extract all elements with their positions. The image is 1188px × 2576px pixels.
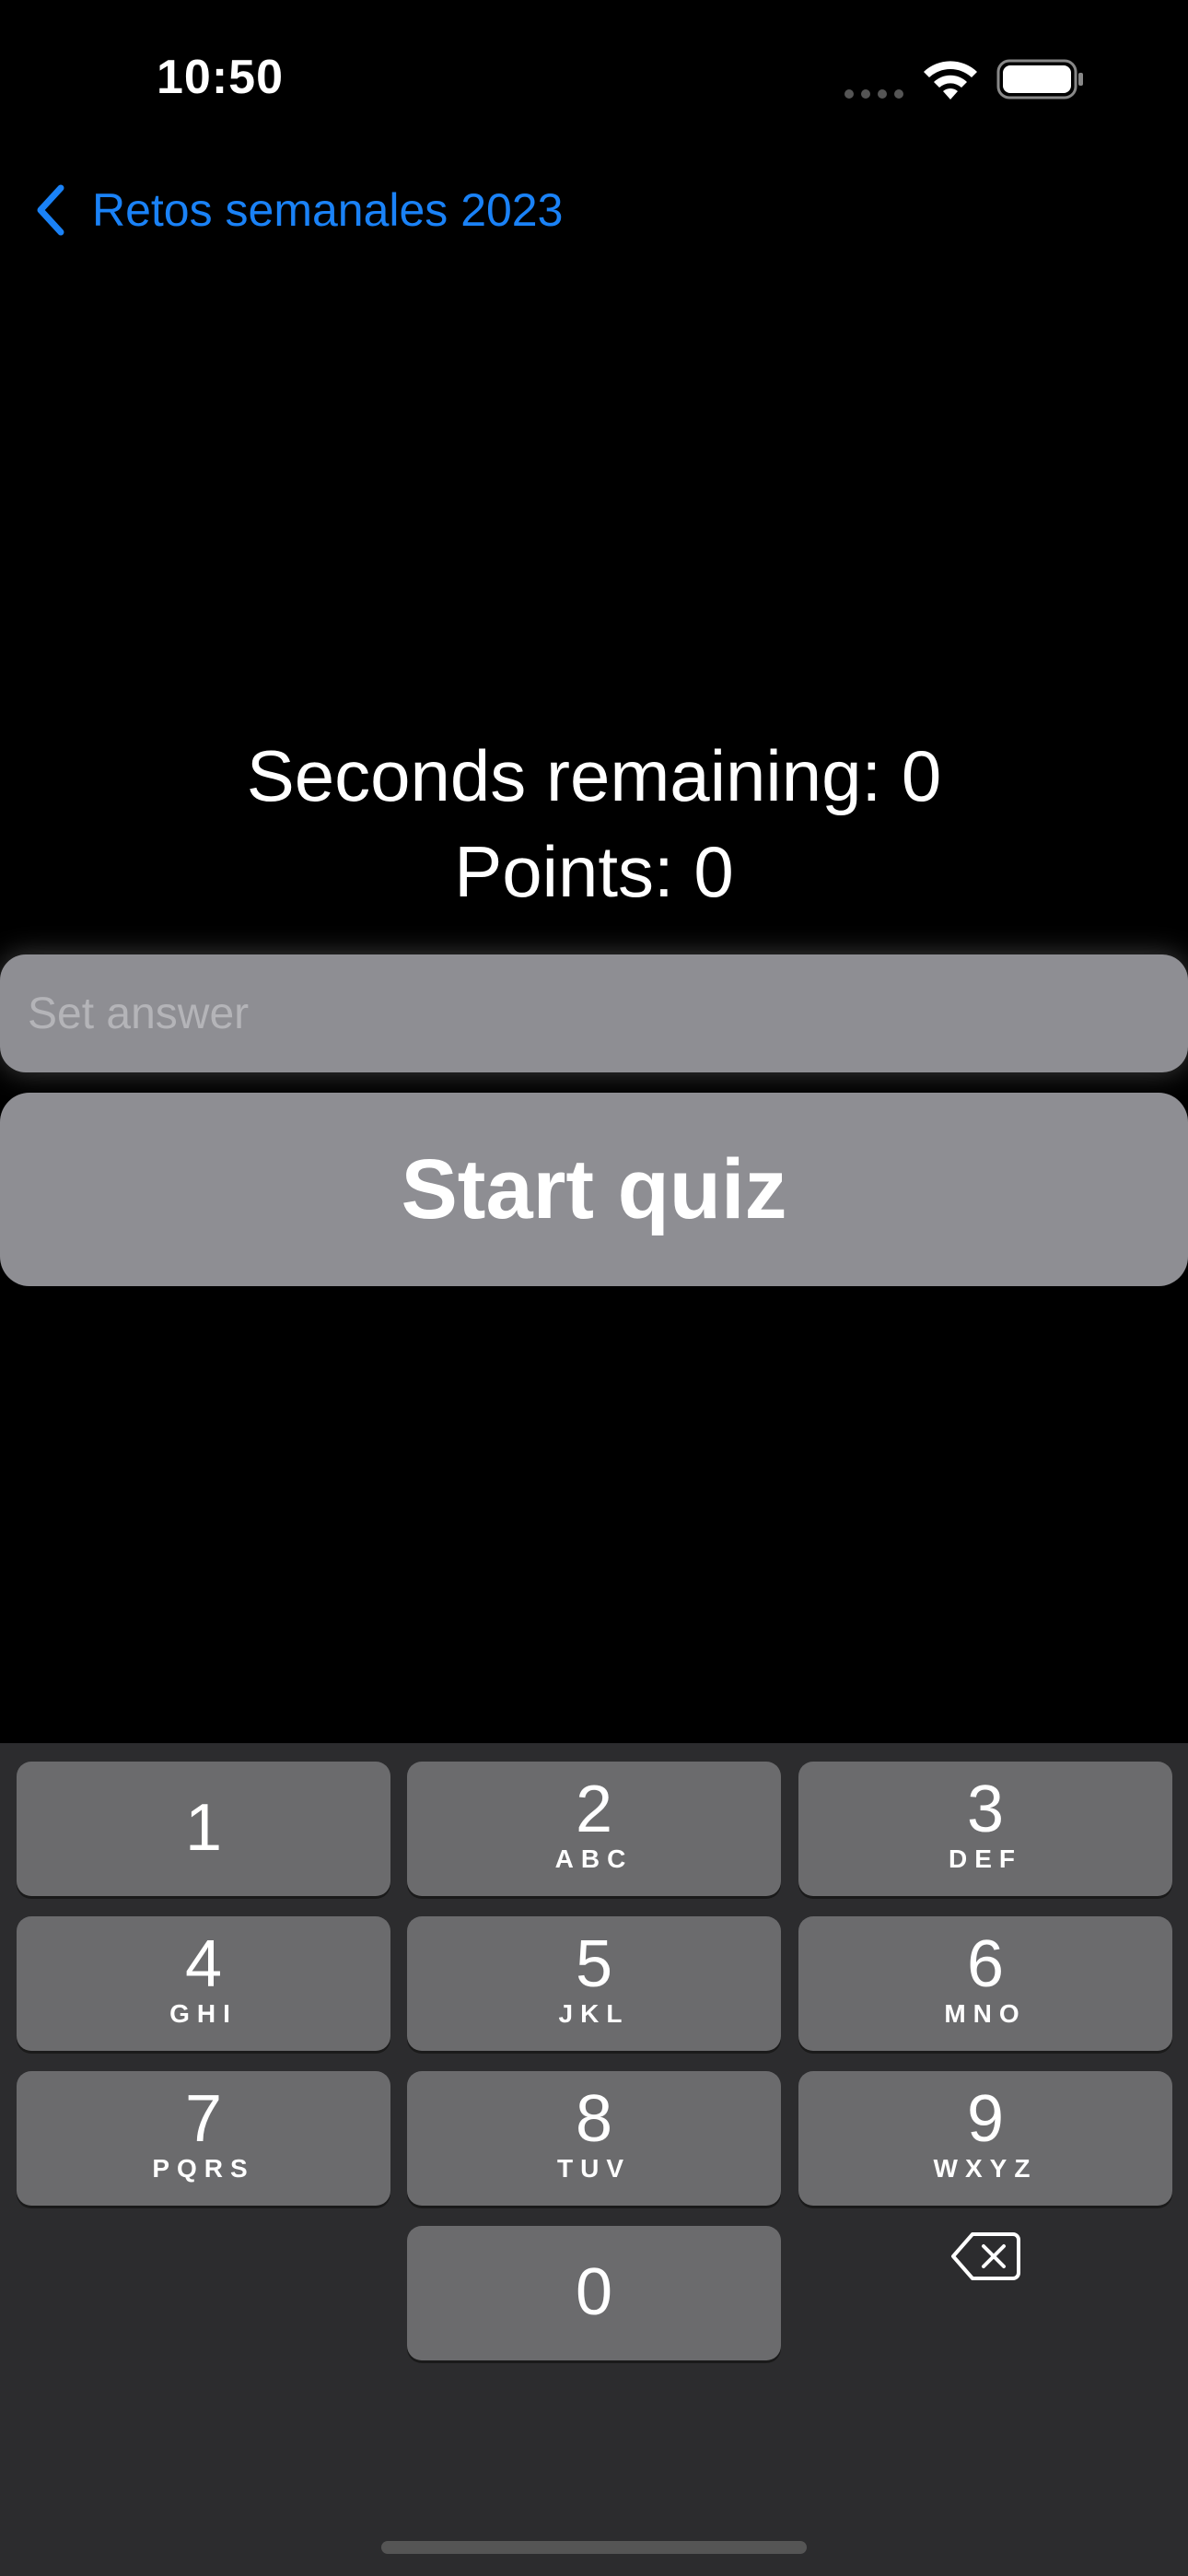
- key-digit: 9: [966, 2082, 1005, 2156]
- status-bar: 10:50: [0, 0, 1188, 157]
- key-letters: TUV: [557, 2154, 631, 2183]
- seconds-remaining-text: Seconds remaining: 0: [246, 735, 942, 816]
- key-6[interactable]: 6 MNO: [798, 1916, 1172, 2051]
- key-digit: 2: [575, 1773, 613, 1846]
- key-2[interactable]: 2 ABC: [407, 1762, 781, 1896]
- key-letters: GHI: [169, 1999, 238, 2028]
- key-digit: 8: [575, 2082, 613, 2156]
- points-text: Points: 0: [454, 831, 734, 912]
- key-digit: 3: [966, 1773, 1005, 1846]
- key-0[interactable]: 0: [407, 2226, 781, 2360]
- key-5[interactable]: 5 JKL: [407, 1916, 781, 2051]
- key-letters: DEF: [949, 1844, 1022, 1873]
- key-8[interactable]: 8 TUV: [407, 2071, 781, 2206]
- key-letters: MNO: [944, 1999, 1027, 2028]
- key-9[interactable]: 9 WXYZ: [798, 2071, 1172, 2206]
- answer-input[interactable]: [0, 954, 1188, 1072]
- quiz-status: Seconds remaining: 0 Points: 0: [0, 728, 1188, 919]
- numeric-keypad: 1 2 ABC 3 DEF 4 GHI 5 JKL 6 MNO 7 PQRS 8…: [0, 1743, 1188, 2576]
- key-letters: ABC: [554, 1844, 634, 1873]
- home-indicator[interactable]: [381, 2541, 807, 2554]
- cellular-signal-icon: [844, 89, 903, 99]
- back-button-label: Retos semanales 2023: [92, 184, 564, 236]
- key-4[interactable]: 4 GHI: [17, 1916, 390, 2051]
- key-digit: 7: [184, 2082, 223, 2156]
- key-digit: 0: [575, 2255, 613, 2329]
- key-digit: 6: [966, 1927, 1005, 2001]
- key-digit: 1: [184, 1791, 223, 1865]
- back-button[interactable]: Retos semanales 2023: [31, 179, 563, 241]
- start-quiz-button[interactable]: Start quiz: [0, 1093, 1188, 1286]
- wifi-icon: [924, 61, 977, 100]
- delete-backspace-icon: [951, 2232, 1020, 2280]
- chevron-left-icon: [37, 184, 64, 236]
- status-time: 10:50: [157, 51, 284, 104]
- key-letters: WXYZ: [933, 2154, 1038, 2183]
- key-digit: 5: [575, 1927, 613, 2001]
- key-7[interactable]: 7 PQRS: [17, 2071, 390, 2206]
- delete-key[interactable]: [798, 2189, 1172, 2324]
- key-digit: 4: [184, 1927, 223, 2001]
- key-letters: PQRS: [152, 2154, 255, 2183]
- start-quiz-button-label: Start quiz: [401, 1142, 787, 1236]
- key-1[interactable]: 1: [17, 1762, 390, 1896]
- battery-icon: [996, 59, 1083, 100]
- key-letters: JKL: [558, 1999, 630, 2028]
- key-3[interactable]: 3 DEF: [798, 1762, 1172, 1896]
